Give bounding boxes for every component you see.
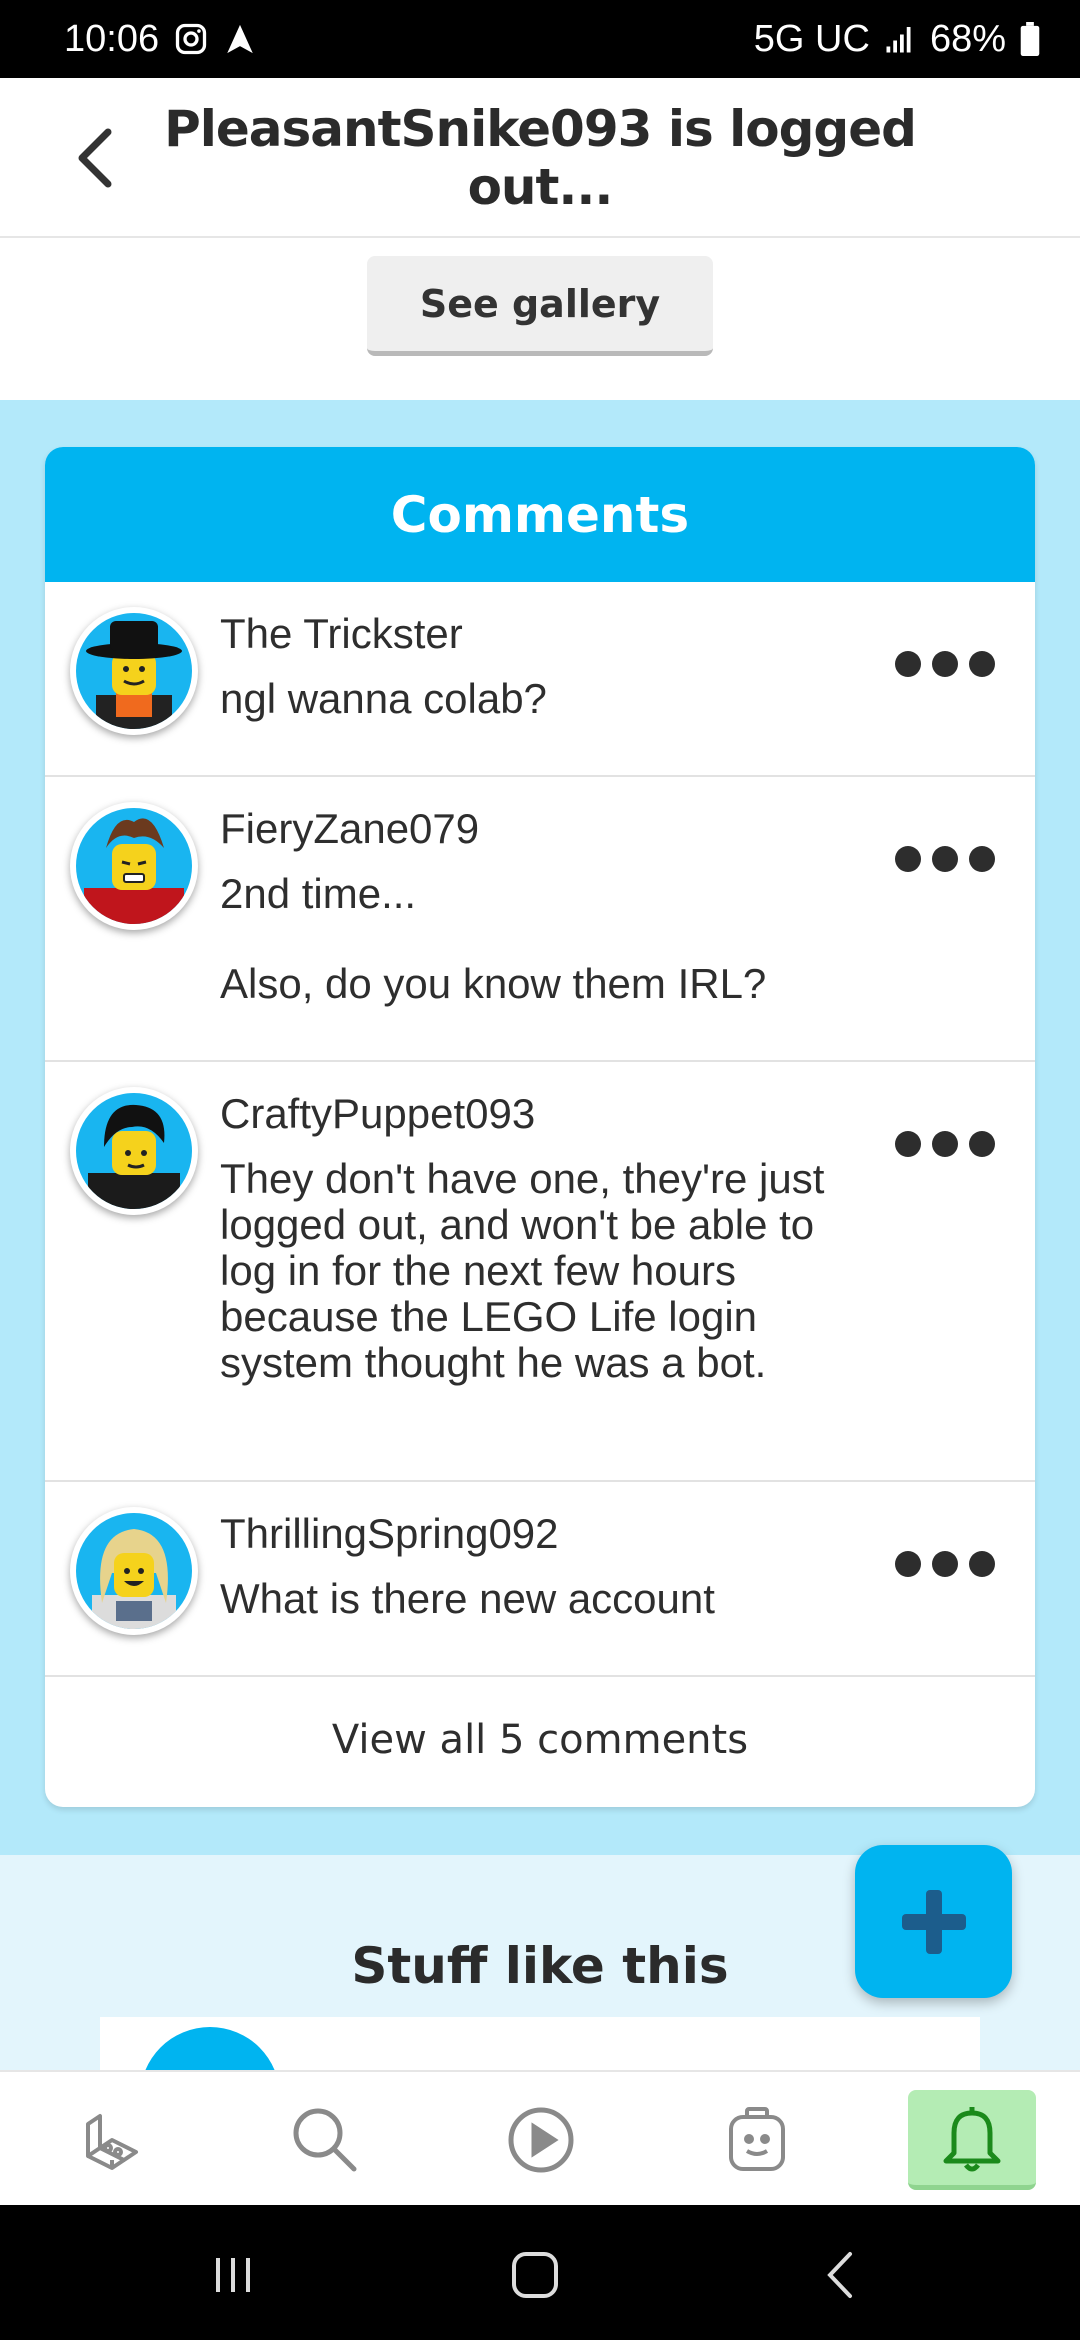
bottom-navigation bbox=[0, 2070, 1080, 2205]
comments-card: Comments The Trickster ngl wanna colab? bbox=[45, 447, 1035, 1807]
bell-icon bbox=[943, 2106, 1001, 2171]
status-left: 10:06 bbox=[64, 18, 257, 61]
comment-item: CraftyPuppet093 They don't have one, the… bbox=[45, 1062, 1035, 1482]
dot bbox=[895, 1131, 921, 1157]
build-icon bbox=[86, 2114, 138, 2170]
avatar[interactable] bbox=[70, 1507, 198, 1635]
nav-profile[interactable] bbox=[697, 2090, 817, 2190]
dot bbox=[969, 1551, 995, 1577]
minifigure-icon bbox=[729, 2107, 785, 2171]
see-gallery-button[interactable]: See gallery bbox=[367, 256, 713, 356]
minifigure-trickster-avatar bbox=[76, 613, 192, 729]
dot bbox=[969, 651, 995, 677]
comment-author[interactable]: ThrillingSpring092 bbox=[220, 1510, 559, 1558]
home-icon bbox=[512, 2252, 558, 2298]
comment-text: What is there new account bbox=[220, 1575, 715, 1622]
comment-item: The Trickster ngl wanna colab? bbox=[45, 582, 1035, 777]
plus-icon bbox=[901, 1889, 966, 1954]
more-options-button[interactable] bbox=[895, 839, 995, 879]
comment-text: ngl wanna colab? bbox=[220, 675, 547, 722]
nav-notifications[interactable] bbox=[908, 2090, 1036, 2190]
recent-apps-button[interactable] bbox=[193, 2240, 273, 2310]
dot bbox=[895, 651, 921, 677]
comment-author[interactable]: The Trickster bbox=[220, 610, 463, 658]
status-right: 5G UC 68% bbox=[754, 18, 1040, 61]
network-label: 5G UC bbox=[753, 17, 870, 60]
dot bbox=[932, 1131, 958, 1157]
dot bbox=[969, 846, 995, 872]
system-navigation bbox=[0, 2205, 1080, 2340]
comment-author[interactable]: CraftyPuppet093 bbox=[220, 1090, 535, 1138]
dot bbox=[895, 1551, 921, 1577]
page-title: PleasantSnike093 is logged out... bbox=[164, 100, 917, 216]
comment-text-line-2: Also, do you know them IRL? bbox=[220, 960, 767, 1007]
view-all-comments-link[interactable]: View all 5 comments bbox=[45, 1672, 1035, 1807]
navigation-arrow-icon bbox=[223, 21, 257, 57]
nav-search[interactable] bbox=[265, 2090, 385, 2190]
related-card-preview[interactable] bbox=[100, 2017, 980, 2167]
more-options-button[interactable] bbox=[895, 1124, 995, 1164]
dot bbox=[969, 1131, 995, 1157]
recent-apps-icon bbox=[216, 2258, 250, 2292]
avatar[interactable] bbox=[70, 607, 198, 735]
avatar[interactable] bbox=[70, 1087, 198, 1215]
nav-build[interactable] bbox=[50, 2090, 170, 2190]
minifigure-puppet-avatar bbox=[76, 1093, 192, 1209]
signal-icon bbox=[884, 24, 916, 54]
comment-text: 2nd time... bbox=[220, 870, 417, 917]
gallery-section: See gallery bbox=[0, 238, 1080, 400]
back-icon bbox=[827, 2252, 852, 2298]
minifigure-zane-avatar bbox=[76, 808, 192, 924]
dot bbox=[932, 651, 958, 677]
dot bbox=[895, 846, 921, 872]
dot bbox=[932, 846, 958, 872]
dot bbox=[932, 1551, 958, 1577]
home-button[interactable] bbox=[495, 2240, 575, 2310]
system-back-button[interactable] bbox=[800, 2240, 880, 2310]
comments-heading: Comments bbox=[45, 447, 1035, 582]
chevron-left-icon bbox=[78, 128, 112, 188]
comment-text: They don't have one, they're just logged… bbox=[220, 1155, 825, 1386]
avatar[interactable] bbox=[70, 802, 198, 930]
status-bar: 10:06 5G UC 68% bbox=[0, 0, 1080, 78]
battery-percent: 68% bbox=[929, 17, 1006, 60]
more-options-button[interactable] bbox=[895, 644, 995, 684]
comment-item: ThrillingSpring092 What is there new acc… bbox=[45, 1482, 1035, 1677]
more-options-button[interactable] bbox=[895, 1544, 995, 1584]
top-header: PleasantSnike093 is logged out... bbox=[0, 78, 1080, 238]
search-icon bbox=[293, 2108, 357, 2172]
status-time: 10:06 bbox=[64, 17, 160, 60]
comment-item: FieryZane079 2nd time... Also, do you kn… bbox=[45, 777, 1035, 1062]
nav-videos[interactable] bbox=[481, 2090, 601, 2190]
back-button[interactable] bbox=[60, 118, 130, 198]
comment-author[interactable]: FieryZane079 bbox=[220, 805, 479, 853]
instagram-icon bbox=[173, 21, 209, 57]
battery-icon bbox=[1020, 22, 1040, 56]
play-icon bbox=[508, 2107, 574, 2173]
minifigure-spring-avatar bbox=[76, 1513, 192, 1629]
create-post-button[interactable] bbox=[855, 1845, 1012, 1998]
